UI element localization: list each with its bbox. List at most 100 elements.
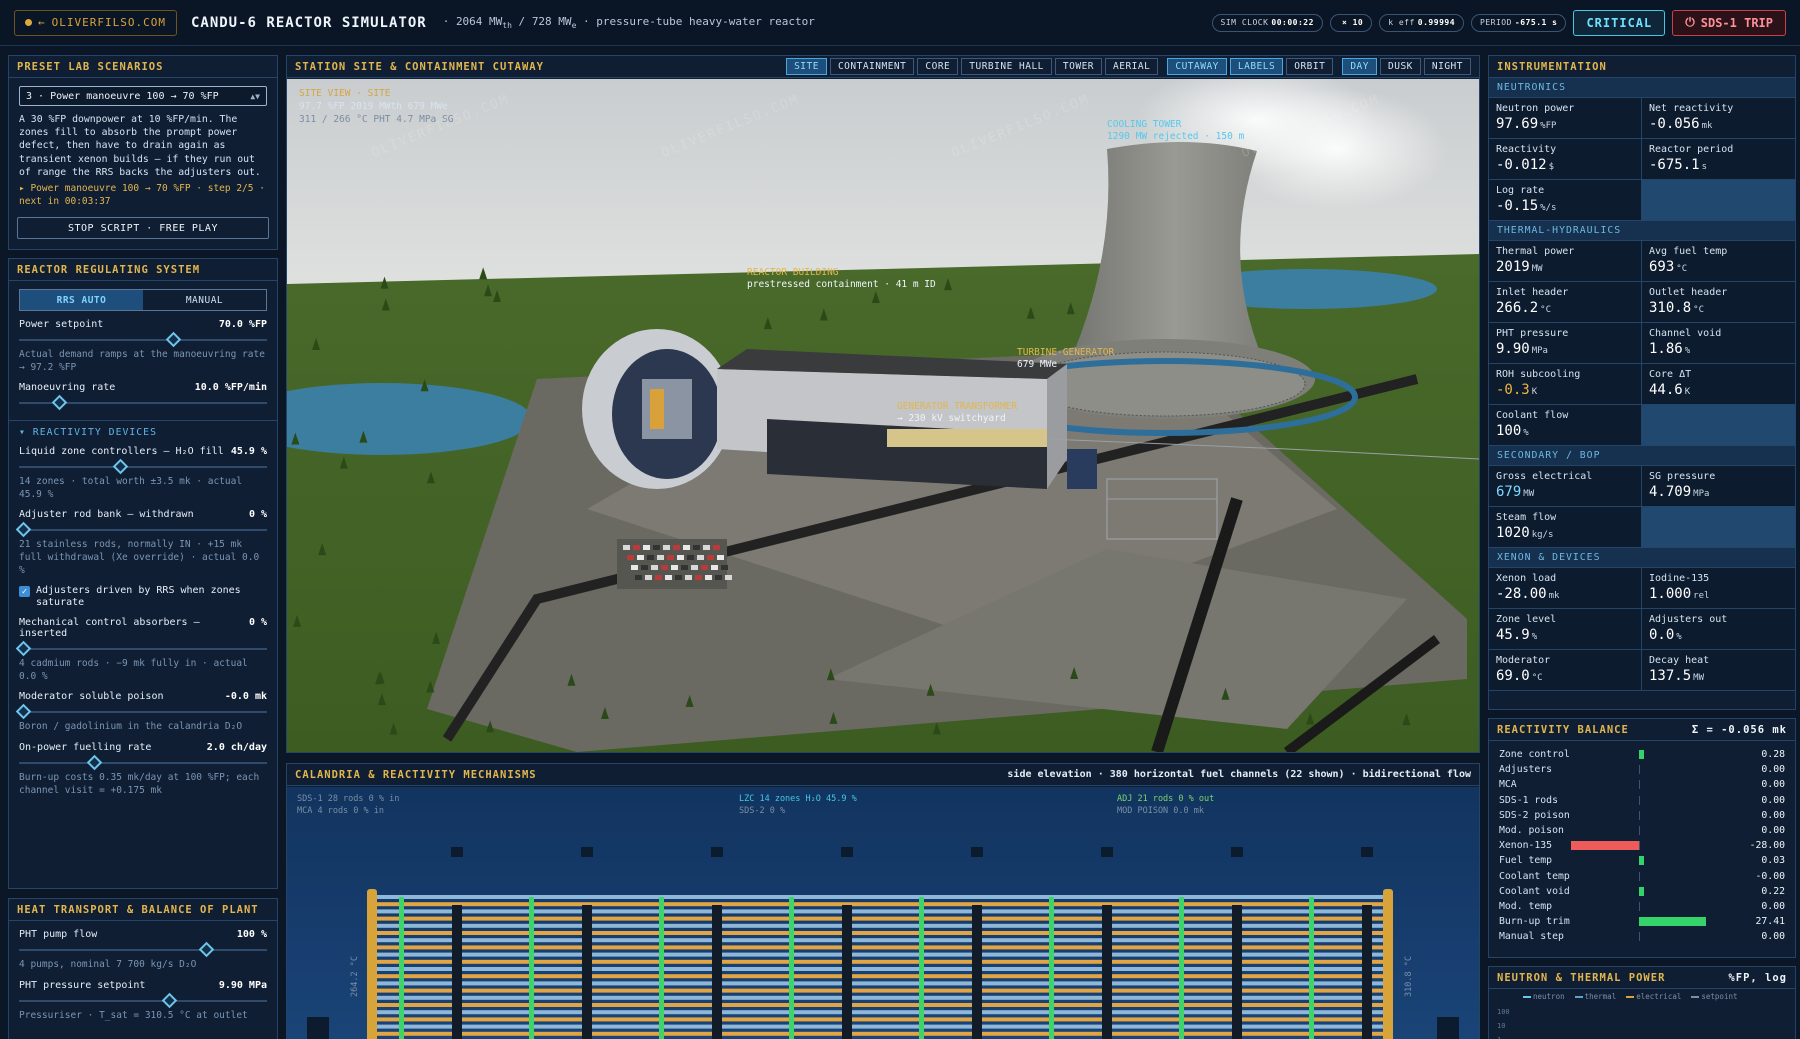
balance-bar-area [1639, 810, 1731, 820]
pressure-slider[interactable] [19, 992, 267, 1008]
balance-header-bar: REACTIVITY BALANCE Σ = -0.056 mk [1489, 719, 1795, 741]
tab-night[interactable]: NIGHT [1423, 58, 1471, 75]
slider-handle[interactable] [51, 394, 67, 411]
back-link[interactable]: ← OLIVERFILSO.COM [14, 9, 177, 36]
slider-handle[interactable] [198, 941, 215, 958]
calandria-subtitle: side elevation · 380 horizontal fuel cha… [1007, 769, 1471, 780]
slider-handle[interactable] [112, 458, 129, 475]
readout-label: Avg fuel temp [1649, 246, 1728, 257]
readout-label: PHT pressure [1496, 328, 1569, 339]
calandria-graphic [307, 847, 1459, 1039]
readout-value: 4.709 MPa [1649, 484, 1710, 500]
empty-cell [1642, 180, 1795, 221]
sds1-trip-button[interactable]: ⏻ SDS-1 TRIP [1672, 9, 1786, 36]
group-header-secondary-bop: SECONDARY / BOP [1489, 446, 1795, 466]
rrs-auto-button[interactable]: RRS AUTO [20, 290, 143, 310]
rate-value: 10.0 %FP/min [194, 382, 267, 394]
adj-note: 21 stainless rods, normally IN · +15 mk … [19, 539, 260, 576]
pump-slider[interactable] [19, 941, 267, 958]
balance-bar-area [1639, 780, 1731, 790]
axis-tick: 10 [1497, 1022, 1506, 1030]
slider-handle[interactable] [16, 704, 32, 720]
scenario-select[interactable]: 3 · Power manoeuvre 100 → 70 %FP ▲▼ [19, 86, 267, 106]
legend-item: setpoint [1691, 992, 1738, 1001]
tab-turbine-hall[interactable]: TURBINE HALL [961, 58, 1052, 75]
tab-labels[interactable]: LABELS [1229, 58, 1284, 75]
rrs-manual-button[interactable]: MANUAL [143, 290, 266, 310]
poison-slider[interactable] [16, 704, 267, 720]
pump-label: PHT pump flow [19, 929, 98, 940]
power-icon: ⏻ [1685, 15, 1695, 29]
slider-handle[interactable] [16, 522, 32, 538]
readout-outlet-header: Outlet header 310.8 °C [1642, 282, 1795, 323]
balance-row: Adjusters 0.00 [1489, 762, 1795, 777]
balance-row-name: Adjusters [1499, 764, 1553, 776]
lzc-slider[interactable] [19, 458, 267, 475]
app-subtitle: · 2064 MWth / 728 MWe · pressure-tube he… [442, 14, 815, 31]
slider-handle[interactable] [86, 754, 103, 771]
balance-row-value: -0.00 [1755, 870, 1786, 882]
instrumentation-header: INSTRUMENTATION [1489, 56, 1795, 78]
readout-label: Log rate [1496, 185, 1545, 196]
adjusters-rrs-checkbox[interactable]: ✓ Adjusters driven by RRS when zones sat… [19, 585, 267, 609]
rate-slider[interactable] [19, 394, 267, 411]
tab-tower[interactable]: TOWER [1054, 58, 1103, 75]
tab-core[interactable]: CORE [917, 58, 959, 75]
balance-row-name: SDS-2 poison [1499, 809, 1570, 821]
calandria-title: CALANDRIA & REACTIVITY MECHANISMS [295, 768, 537, 781]
power-axis-ticks: 100 10 1 [1497, 1005, 1510, 1039]
app-title: CANDU-6 REACTOR SIMULATOR [190, 14, 427, 31]
view-tabs: SITE CONTAINMENT CORE TURBINE HALL TOWER AERI… [786, 58, 1471, 75]
pressure-value: 9.90 MPa [218, 979, 267, 991]
balance-bar-area [1639, 750, 1731, 760]
slider-handle[interactable] [16, 640, 32, 657]
tab-site[interactable]: SITE [786, 58, 827, 75]
mca-slider[interactable] [16, 640, 267, 657]
turbine-label: TURBINE-GENERATOR 679 MWe [1017, 347, 1115, 370]
tab-cutaway[interactable]: CUTAWAY [1167, 58, 1227, 75]
calandria-view[interactable]: SDS-1 28 rods 0 % in MCA 4 rods 0 % in LZ… [287, 787, 1479, 1039]
readout-channel-void: Channel void 1.86% [1642, 323, 1795, 364]
adj-slider[interactable] [16, 522, 267, 538]
balance-row-value: 0.00 [1761, 794, 1785, 806]
balance-row: Xenon-135 -28.00 [1489, 838, 1795, 853]
balance-row: Zone control 0.28 [1489, 747, 1795, 762]
readout-label: Moderator [1496, 655, 1551, 666]
readout-reactor-period: Reactor period -675.1 s [1642, 139, 1795, 180]
balance-row-name: Manual step [1499, 931, 1564, 943]
balance-row: SDS-2 poison 0.00 [1489, 808, 1795, 823]
slider-handle[interactable] [165, 331, 182, 348]
balance-title: REACTIVITY BALANCE [1497, 723, 1629, 736]
group-header-neutronics: NEUTRONICS [1489, 78, 1795, 98]
site-viewport-panel: STATION SITE & CONTAINMENT CUTAWAY SITE C… [286, 55, 1480, 753]
tab-dusk[interactable]: DUSK [1380, 58, 1421, 75]
pressure-label: PHT pressure setpoint [19, 979, 146, 991]
balance-row-value: 0.00 [1761, 764, 1785, 776]
balance-row-name: Burn-up trim [1499, 916, 1570, 928]
tab-containment[interactable]: CONTAINMENT [829, 58, 915, 75]
readout-coolant-flow: Coolant flow 100% [1489, 405, 1642, 446]
reactivity-balance-panel: REACTIVITY BALANCE Σ = -0.056 mk Zone co… [1488, 718, 1796, 958]
readout-inlet-header: Inlet header 266.2 °C [1489, 282, 1642, 323]
tab-aerial[interactable]: AERIAL [1105, 58, 1159, 75]
tab-day[interactable]: DAY [1342, 58, 1377, 75]
readout-label: Gross electrical [1496, 471, 1593, 482]
stop-script-button[interactable]: STOP SCRIPT · FREE PLAY [17, 217, 269, 240]
readout-label: Xenon load [1496, 573, 1557, 584]
balance-row-name: Coolant temp [1499, 870, 1570, 882]
fuelling-slider[interactable] [19, 754, 267, 771]
site-3d-view[interactable]: SITE VIEW · SITE 97.7 %FP 2019 MWth 679 … [287, 79, 1479, 752]
power-title: NEUTRON & THERMAL POWER [1497, 971, 1666, 984]
scenario-panel: PRESET LAB SCENARIOS 3 · Power manoeuvre… [8, 55, 278, 250]
speed-chip[interactable]: × 10 [1329, 13, 1373, 32]
readout-roh-subcooling: ROH subcooling -0.3 K [1489, 364, 1642, 405]
slider-handle[interactable] [161, 992, 177, 1008]
readout-label: Net reactivity [1649, 103, 1734, 114]
readout-label: Iodine-135 [1649, 573, 1710, 584]
readout-value: 310.8 °C [1649, 300, 1704, 316]
reactivity-devices-toggle[interactable]: ▾ REACTIVITY DEVICES [9, 420, 277, 438]
setpoint-slider[interactable] [19, 331, 267, 348]
readout-value: 693 °C [1649, 259, 1688, 275]
balance-row: Fuel temp 0.03 [1489, 853, 1795, 868]
tab-orbit[interactable]: ORBIT [1286, 58, 1334, 75]
